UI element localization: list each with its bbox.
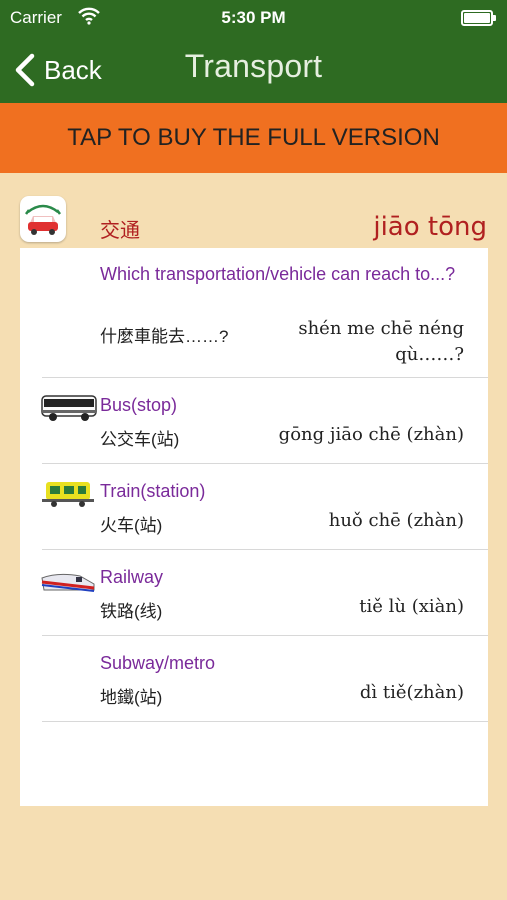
list-item[interactable]: Bus(stop) 公交车(站) gōng jiāo chē (zhàn) bbox=[20, 378, 488, 464]
phrase-chinese: 地鐵(站) bbox=[100, 688, 163, 707]
page-title: Transport bbox=[184, 48, 323, 84]
phrase-english: Bus(stop) bbox=[100, 395, 178, 415]
list-item[interactable]: Train(station) 火车(站) huǒ chē (zhàn) bbox=[20, 464, 488, 550]
phrase-chinese: 公交车(站) bbox=[100, 430, 180, 449]
phrase-list: Which transportation/vehicle can reach t… bbox=[20, 248, 488, 806]
status-time: 5:30 PM bbox=[221, 8, 286, 27]
phrase-pinyin: tiě lù (xiàn) bbox=[359, 596, 464, 617]
battery-icon bbox=[461, 10, 496, 26]
car-icon bbox=[20, 196, 66, 242]
category-chinese: 交通 bbox=[100, 220, 140, 242]
phrase-english: Which transportation/vehicle can reach t… bbox=[100, 264, 456, 284]
phrase-pinyin: shén me chē néng qù……? bbox=[298, 318, 464, 365]
phrase-english: Train(station) bbox=[100, 481, 206, 501]
bullet-train-icon bbox=[41, 573, 95, 592]
phrase-chinese: 火车(站) bbox=[100, 516, 163, 535]
phrase-pinyin: huǒ chē (zhàn) bbox=[328, 510, 464, 531]
category-pinyin: jiāo tōng bbox=[373, 212, 487, 242]
phrase-english: Subway/metro bbox=[100, 653, 216, 673]
list-item[interactable]: Which transportation/vehicle can reach t… bbox=[20, 248, 488, 378]
navigation-header: Carrier 5:30 PM Back Transport bbox=[0, 0, 507, 103]
list-item[interactable]: Subway/metro 地鐵(站) dì tiě(zhàn) bbox=[20, 636, 488, 722]
row-divider bbox=[42, 721, 488, 722]
phrase-chinese: 铁路(线) bbox=[100, 602, 163, 621]
buy-full-version-banner[interactable]: TAP TO BUY THE FULL VERSION bbox=[0, 103, 507, 173]
phrase-pinyin: dì tiě(zhàn) bbox=[359, 682, 464, 703]
train-icon bbox=[42, 482, 94, 507]
nav-bar: Back Transport bbox=[0, 36, 507, 103]
bus-icon bbox=[41, 395, 97, 421]
list-item[interactable]: Railway 铁路(线) tiě lù (xiàn) bbox=[20, 550, 488, 636]
status-bar: Carrier 5:30 PM bbox=[0, 0, 507, 36]
phrase-chinese: 什麼車能去……? bbox=[100, 327, 229, 346]
banner-label: TAP TO BUY THE FULL VERSION bbox=[67, 124, 440, 151]
phrase-pinyin: gōng jiāo chē (zhàn) bbox=[278, 424, 464, 445]
phrase-english: Railway bbox=[100, 567, 164, 587]
